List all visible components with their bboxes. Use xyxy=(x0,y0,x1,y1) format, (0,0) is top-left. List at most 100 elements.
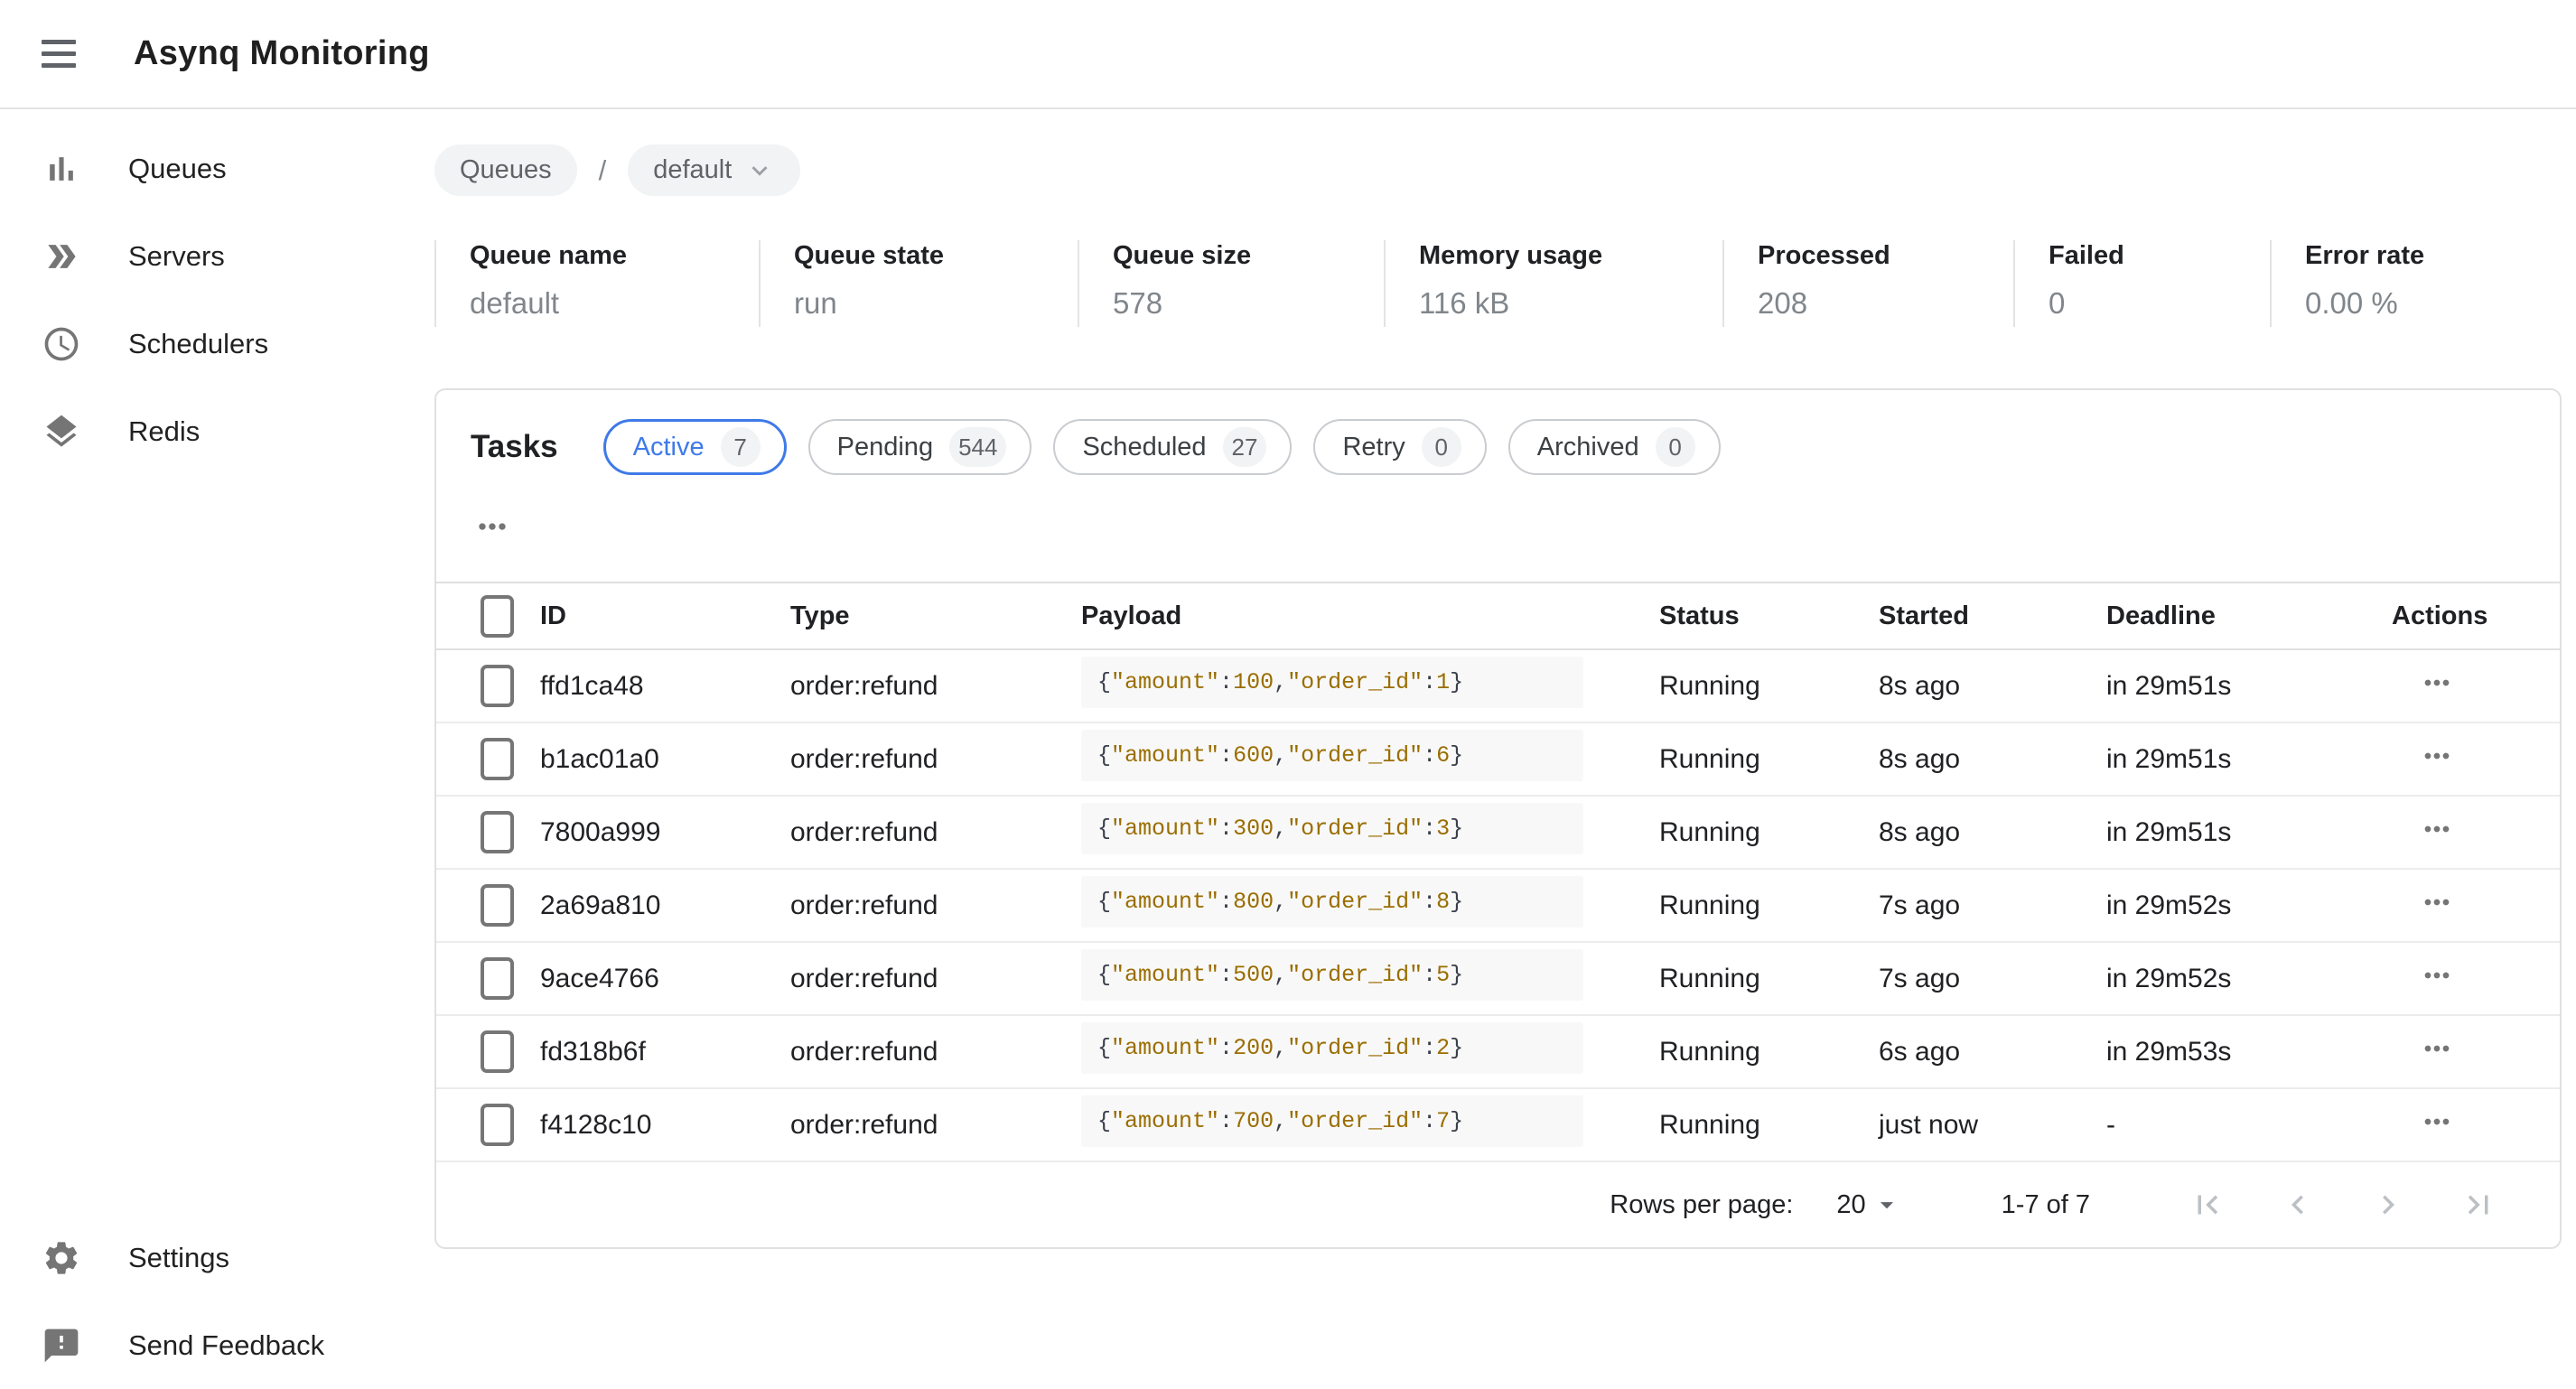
task-started: just now xyxy=(1879,1088,2106,1161)
task-status: Running xyxy=(1659,942,1879,1015)
task-payload: {"amount":800,"order_id":8} xyxy=(1081,876,1583,928)
row-checkbox[interactable] xyxy=(481,738,514,780)
table-menu-button[interactable] xyxy=(471,506,514,549)
column-header-deadline: Deadline xyxy=(2106,583,2392,649)
stat-label: Memory usage xyxy=(1419,241,1722,271)
task-deadline: in 29m51s xyxy=(2106,722,2392,796)
sidebar-item-label: Redis xyxy=(128,415,200,448)
previous-page-button[interactable] xyxy=(2253,1178,2343,1232)
tab-label: Archived xyxy=(1537,433,1639,462)
table-pagination: Rows per page: 20 1-7 of 7 xyxy=(436,1162,2560,1247)
row-checkbox[interactable] xyxy=(481,1104,514,1146)
task-started: 6s ago xyxy=(1879,1015,2106,1088)
stat-value: 116 kB xyxy=(1419,286,1722,321)
select-all-checkbox[interactable] xyxy=(481,595,514,638)
tasks-title: Tasks xyxy=(471,429,558,465)
task-started: 8s ago xyxy=(1879,722,2106,796)
clock-icon xyxy=(42,324,81,364)
last-page-icon xyxy=(2459,1186,2497,1224)
breadcrumb-current-label: default xyxy=(653,155,732,185)
menu-icon[interactable] xyxy=(42,34,81,74)
rows-per-page-select[interactable]: 20 xyxy=(1836,1189,1901,1220)
table-row: f4128c10 order:refund {"amount":700,"ord… xyxy=(436,1088,2560,1161)
stat-value: run xyxy=(794,286,1078,321)
tasks-card: Tasks Active 7 Pending 544 Scheduled 27 xyxy=(434,388,2562,1249)
tab-retry[interactable]: Retry 0 xyxy=(1313,419,1486,475)
first-page-icon xyxy=(2189,1186,2226,1224)
task-started: 7s ago xyxy=(1879,869,2106,942)
task-deadline: in 29m53s xyxy=(2106,1015,2392,1088)
stat-value: 578 xyxy=(1113,286,1384,321)
task-state-tabs: Active 7 Pending 544 Scheduled 27 Retry … xyxy=(603,419,1721,475)
chevron-left-icon xyxy=(2279,1186,2317,1224)
next-page-button[interactable] xyxy=(2343,1178,2433,1232)
stat-label: Queue size xyxy=(1113,241,1384,271)
task-id: fd318b6f xyxy=(540,1015,790,1088)
row-checkbox[interactable] xyxy=(481,665,514,707)
last-page-button[interactable] xyxy=(2433,1178,2524,1232)
sidebar-item-label: Send Feedback xyxy=(128,1329,324,1362)
first-page-button[interactable] xyxy=(2162,1178,2253,1232)
task-status: Running xyxy=(1659,1088,1879,1161)
tab-label: Pending xyxy=(837,433,933,462)
tab-count-badge: 0 xyxy=(1422,427,1461,467)
sidebar-item-label: Settings xyxy=(128,1242,229,1274)
table-row: fd318b6f order:refund {"amount":200,"ord… xyxy=(436,1015,2560,1088)
breadcrumb-root-label: Queues xyxy=(460,155,552,185)
row-actions-button[interactable] xyxy=(2392,1030,2455,1069)
stat-label: Error rate xyxy=(2305,241,2562,271)
sidebar: Queues Servers Schedulers Redis Se xyxy=(0,109,434,1389)
stat-value: default xyxy=(470,286,759,321)
task-deadline: in 29m52s xyxy=(2106,942,2392,1015)
dropdown-arrow-icon xyxy=(1871,1189,1902,1220)
task-id: b1ac01a0 xyxy=(540,722,790,796)
stat-label: Queue state xyxy=(794,241,1078,271)
table-header-row: ID Type Payload Status Started Deadline … xyxy=(436,583,2560,649)
sidebar-item-redis[interactable]: Redis xyxy=(0,387,434,475)
layers-icon xyxy=(42,412,81,452)
sidebar-item-servers[interactable]: Servers xyxy=(0,212,434,300)
task-deadline: in 29m51s xyxy=(2106,796,2392,869)
task-type: order:refund xyxy=(790,796,1081,869)
breadcrumb-queues-chip[interactable]: Queues xyxy=(434,144,577,196)
sidebar-item-settings[interactable]: Settings xyxy=(0,1214,434,1301)
stat-processed: Processed 208 xyxy=(1722,240,2013,327)
stat-failed: Failed 0 xyxy=(2013,240,2270,327)
feedback-icon xyxy=(42,1326,81,1366)
breadcrumb-queue-select[interactable]: default xyxy=(628,144,800,196)
row-checkbox[interactable] xyxy=(481,957,514,1000)
task-id: 7800a999 xyxy=(540,796,790,869)
app-title: Asynq Monitoring xyxy=(134,34,430,73)
tab-scheduled[interactable]: Scheduled 27 xyxy=(1053,419,1292,475)
task-payload: {"amount":700,"order_id":7} xyxy=(1081,1095,1583,1147)
task-status: Running xyxy=(1659,796,1879,869)
tab-archived[interactable]: Archived 0 xyxy=(1508,419,1721,475)
rows-per-page-label: Rows per page: xyxy=(1610,1190,1793,1220)
sidebar-item-queues[interactable]: Queues xyxy=(0,125,434,212)
table-row: ffd1ca48 order:refund {"amount":100,"ord… xyxy=(436,649,2560,722)
row-checkbox[interactable] xyxy=(481,884,514,927)
row-actions-button[interactable] xyxy=(2392,1104,2455,1142)
tab-active[interactable]: Active 7 xyxy=(603,419,787,475)
row-actions-button[interactable] xyxy=(2392,884,2455,923)
row-checkbox[interactable] xyxy=(481,1030,514,1073)
stat-label: Failed xyxy=(2049,241,2270,271)
sidebar-item-send-feedback[interactable]: Send Feedback xyxy=(0,1301,434,1389)
task-type: order:refund xyxy=(790,722,1081,796)
table-row: 2a69a810 order:refund {"amount":800,"ord… xyxy=(436,869,2560,942)
row-actions-button[interactable] xyxy=(2392,957,2455,996)
row-actions-button[interactable] xyxy=(2392,738,2455,777)
stat-value: 0.00 % xyxy=(2305,286,2562,321)
row-actions-button[interactable] xyxy=(2392,665,2455,704)
tab-count-badge: 0 xyxy=(1656,427,1695,467)
row-actions-button[interactable] xyxy=(2392,811,2455,850)
task-payload: {"amount":300,"order_id":3} xyxy=(1081,803,1583,854)
row-checkbox[interactable] xyxy=(481,811,514,853)
sidebar-item-schedulers[interactable]: Schedulers xyxy=(0,300,434,387)
stat-value: 0 xyxy=(2049,286,2270,321)
task-type: order:refund xyxy=(790,1088,1081,1161)
tab-pending[interactable]: Pending 544 xyxy=(808,419,1032,475)
task-id: 9ace4766 xyxy=(540,942,790,1015)
column-header-started: Started xyxy=(1879,583,2106,649)
task-payload: {"amount":100,"order_id":1} xyxy=(1081,657,1583,708)
